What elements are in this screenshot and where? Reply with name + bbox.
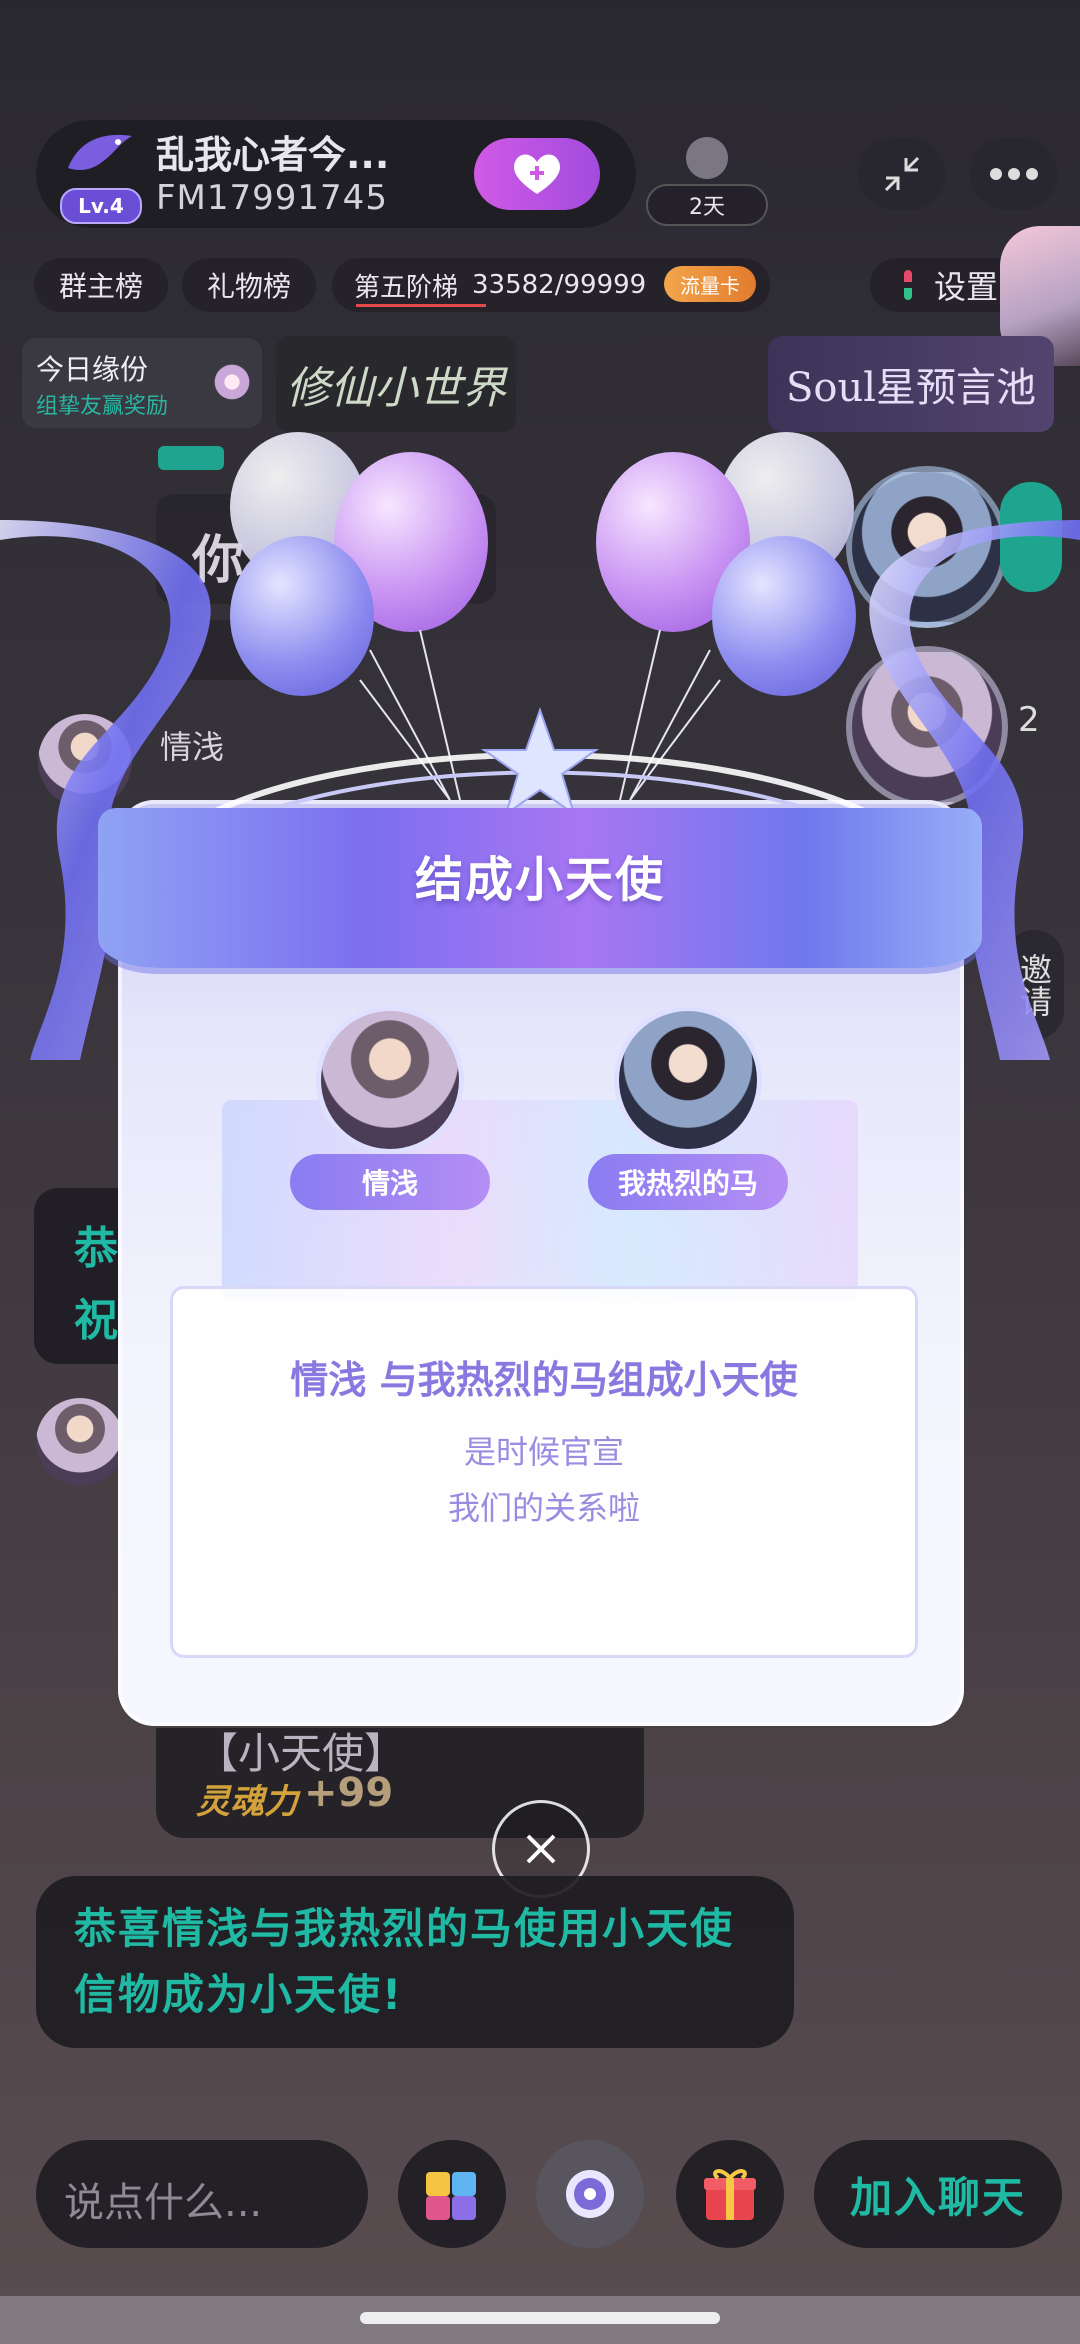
modal-name-right: 我热烈的马 — [588, 1154, 788, 1210]
modal-line-3: 我们的关系啦 — [447, 1489, 640, 1527]
ladder-progress: 33582/99999 — [472, 270, 647, 300]
congrats-message-text: 恭喜情浅与我热烈的马使用小天使信物成为小天使! — [74, 1904, 735, 2019]
gift-rank-tab[interactable]: 礼物榜 — [182, 258, 316, 312]
follow-heart-button[interactable] — [474, 138, 600, 210]
more-button[interactable] — [970, 138, 1058, 210]
home-indicator[interactable] — [360, 2312, 720, 2324]
daily-fate-sub: 组挚友赢奖励 — [36, 394, 169, 419]
modal-main-line: 情浅 与我热烈的马组成小天使 — [290, 1358, 798, 1402]
star-icon — [208, 358, 256, 406]
room-fm-id: FM17991745 — [156, 178, 388, 218]
group-owner-badge — [158, 446, 224, 470]
close-icon — [526, 1834, 556, 1864]
chat-avatar-2[interactable] — [36, 1398, 124, 1486]
soul-power-value: +99 — [304, 1770, 394, 1816]
modal-name-left: 情浅 — [290, 1154, 490, 1210]
xiuxian-banner[interactable]: 修仙小世界 — [276, 336, 516, 432]
join-chat-label: 加入聊天 — [849, 2172, 1026, 2222]
collapse-icon — [884, 156, 920, 192]
congrats-char-1: 恭 — [74, 1223, 118, 1274]
chat-input-placeholder: 说点什么... — [64, 2180, 263, 2226]
soul-prophecy-banner[interactable]: Soul星预言池 — [768, 336, 1054, 432]
soul-center-button[interactable] — [536, 2140, 644, 2248]
heart-icon — [513, 154, 561, 194]
gift-box-icon — [704, 2169, 756, 2220]
modal-message-box: 情浅 与我热烈的马组成小天使 是时候官宣 我们的关系啦 — [170, 1286, 918, 1658]
sun-badge-icon — [672, 128, 742, 188]
puzzle-button[interactable] — [398, 2140, 506, 2248]
modal-line-2: 是时候官宣 — [463, 1433, 624, 1471]
daily-fate-card[interactable]: 今日缘份 组挚友赢奖励 — [22, 338, 262, 428]
ladder-label: 第五阶梯 — [354, 272, 459, 303]
level-badge: Lv.4 — [60, 188, 142, 224]
gift-button[interactable] — [676, 2140, 784, 2248]
congrats-char-2: 祝 — [74, 1295, 118, 1346]
settings-label: 设置 — [934, 268, 999, 306]
daily-fate-title: 今日缘份 — [36, 353, 149, 386]
modal-avatar-right[interactable] — [614, 1006, 762, 1154]
modal-avatar-left[interactable] — [316, 1006, 464, 1154]
minimize-button[interactable] — [858, 138, 946, 210]
group-rank-tab[interactable]: 群主榜 — [34, 258, 168, 312]
days-badge: 2天 — [646, 184, 768, 226]
chat-input[interactable]: 说点什么... — [36, 2140, 368, 2248]
settings-dots-icon — [904, 270, 912, 300]
modal-title: 结成小天使 — [414, 852, 665, 908]
soul-power-label: 灵魂力 — [196, 1782, 298, 1822]
crown-star-icon — [480, 706, 600, 817]
traffic-card-badge[interactable]: 流量卡 — [664, 266, 756, 302]
room-title[interactable]: 乱我心者今... — [156, 124, 389, 179]
join-chat-button[interactable]: 加入聊天 — [814, 2140, 1062, 2248]
ladder-progress-bar — [356, 304, 486, 307]
more-dots-icon — [990, 168, 1038, 180]
congrats-message-bubble: 恭喜情浅与我热烈的马使用小天使信物成为小天使! — [36, 1876, 794, 2048]
puzzle-icon — [426, 2172, 476, 2220]
bird-icon — [62, 128, 136, 188]
soul-planet-icon — [566, 2170, 614, 2218]
